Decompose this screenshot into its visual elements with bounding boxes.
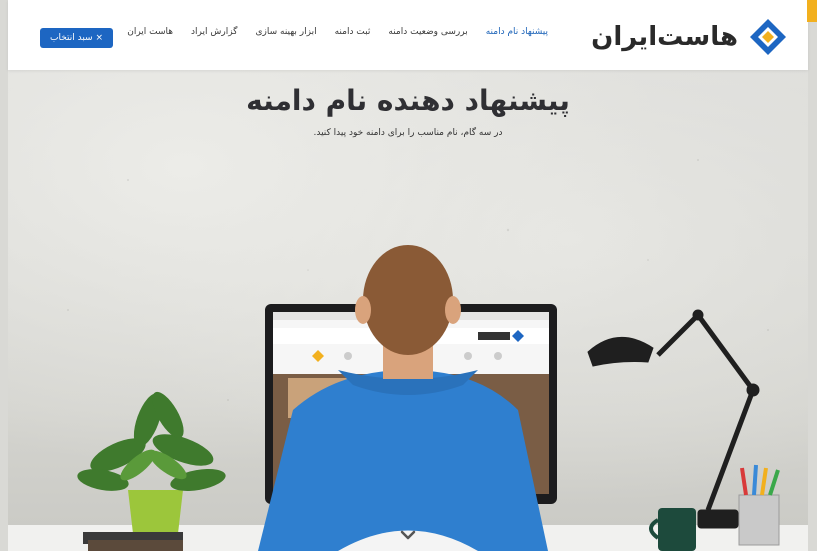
hero-photo xyxy=(8,159,808,551)
top-navbar: هاست‌ایران پیشنهاد نام دامنه بررسی وضعیت… xyxy=(8,0,808,70)
hero-subtitle: در سه گام، نام مناسب را برای دامنه خود پ… xyxy=(313,128,503,138)
corner-accent xyxy=(807,0,817,22)
hero-section: پیشنهاد دهنده نام دامنه در سه گام، نام م… xyxy=(8,70,808,551)
hero-title: پیشنهاد دهنده نام دامنه xyxy=(246,84,570,117)
nav-menu: پیشنهاد نام دامنه بررسی وضعیت دامنه ثبت … xyxy=(127,27,548,37)
nav-link-optimization-tools[interactable]: ابزار بهینه سازی xyxy=(255,27,316,37)
nav-link-report-issue[interactable]: گزارش ایراد xyxy=(191,27,237,37)
site-logo[interactable]: هاست‌ایران xyxy=(591,17,788,57)
diamond-logo-icon xyxy=(748,17,788,57)
nav-link-domain-register[interactable]: ثبت دامنه xyxy=(335,27,371,37)
logo-text: هاست‌ایران xyxy=(591,22,738,52)
chevron-down-icon[interactable] xyxy=(400,530,416,542)
nav-link-host-iran[interactable]: هاست ایران xyxy=(127,27,173,37)
cart-button[interactable]: سبد انتخاب × xyxy=(40,28,113,48)
nav-link-domain-status[interactable]: بررسی وضعیت دامنه xyxy=(388,27,467,37)
nav-link-domain-suggest[interactable]: پیشنهاد نام دامنه xyxy=(486,27,548,37)
